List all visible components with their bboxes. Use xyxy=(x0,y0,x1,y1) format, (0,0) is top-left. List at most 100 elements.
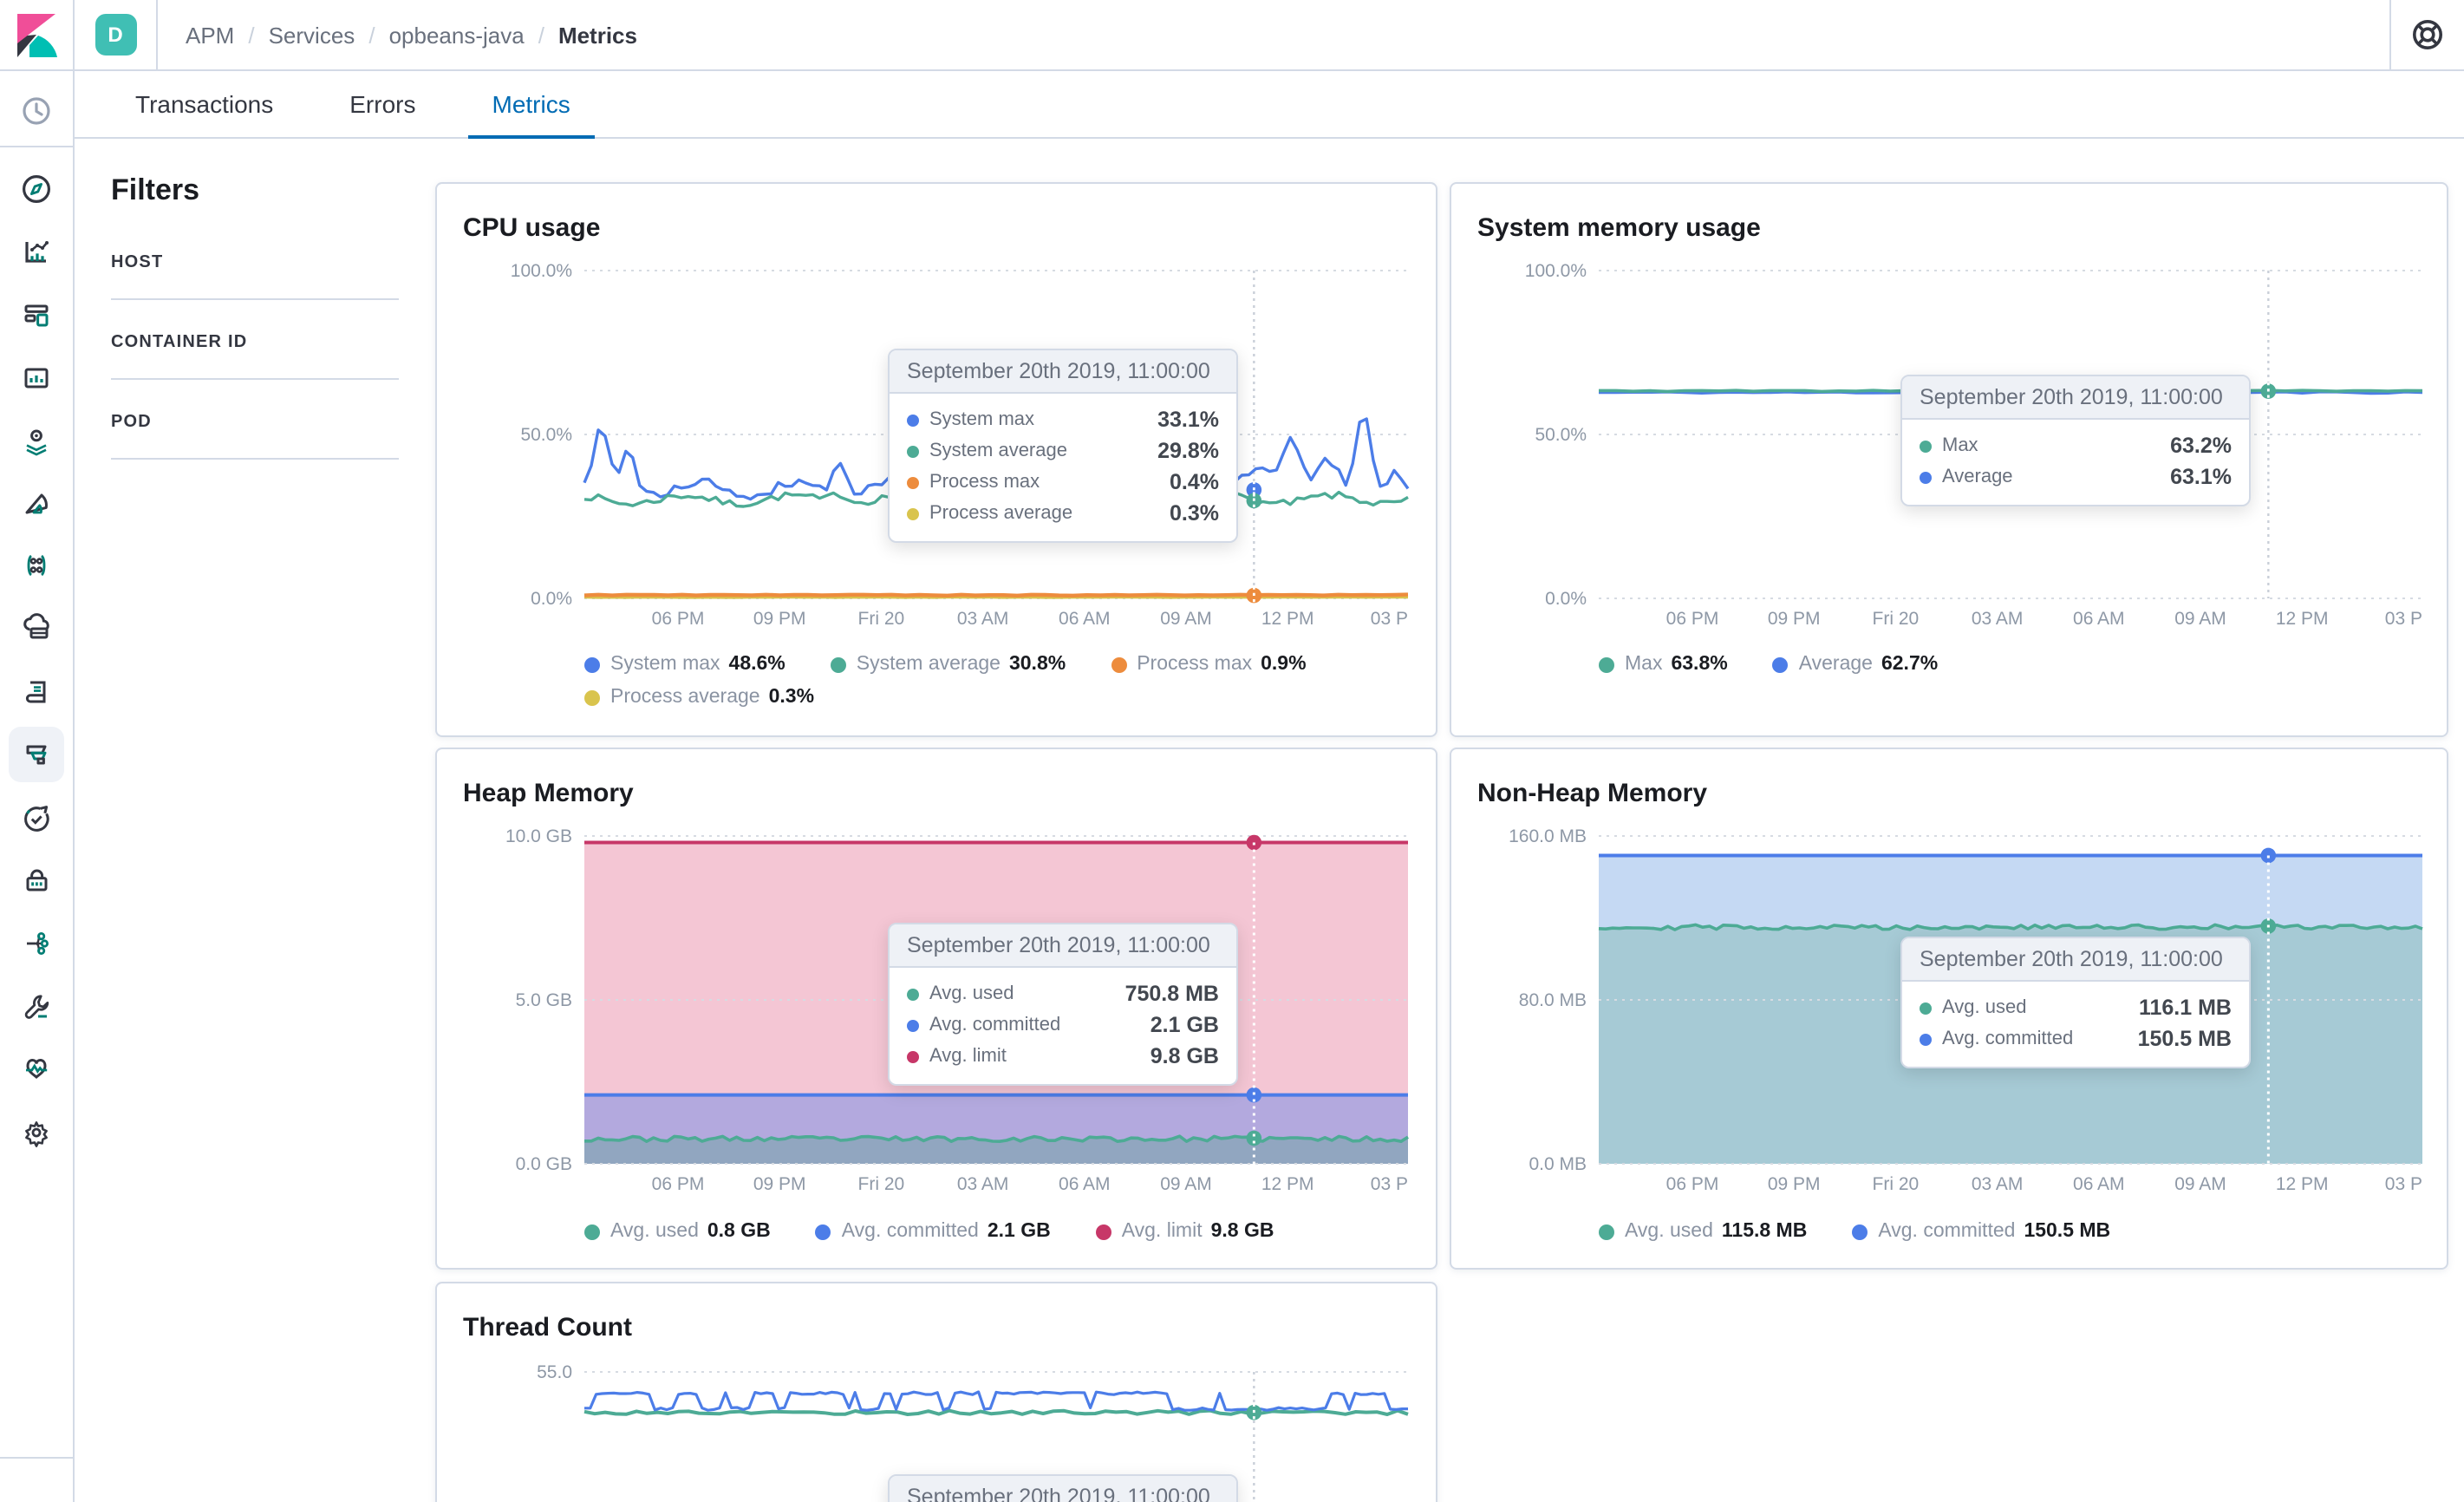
legend-label: Process average xyxy=(610,687,760,708)
thread-count-panel: Thread Count 55.0 September 20th 2019, 11:… xyxy=(435,1282,1437,1502)
svg-text:09 PM: 09 PM xyxy=(1768,1174,1821,1194)
tab-transactions[interactable]: Transactions xyxy=(111,69,297,137)
legend-item[interactable]: Max 63.8% xyxy=(1599,654,1728,675)
tooltip-label: Process average xyxy=(929,503,1073,524)
legend-dot xyxy=(1599,1224,1614,1239)
svg-text:160.0 MB: 160.0 MB xyxy=(1509,826,1587,846)
maps-icon xyxy=(26,429,47,456)
legend-item[interactable]: Average 62.7% xyxy=(1772,654,1938,675)
kibana-logo[interactable] xyxy=(0,0,75,69)
service-tabs: Transactions Errors Metrics xyxy=(73,69,2464,139)
tooltip-row: Max 63.2% xyxy=(1920,430,2232,461)
legend-item[interactable]: Process average 0.3% xyxy=(584,687,814,708)
svg-text:50.0%: 50.0% xyxy=(520,425,572,445)
tooltip-value: 29.8% xyxy=(1157,439,1219,463)
sidebar-item-maps[interactable] xyxy=(9,413,64,468)
sidebar-item-discover[interactable] xyxy=(9,161,64,217)
svg-text:06 AM: 06 AM xyxy=(2073,1174,2125,1194)
svg-text:03 AM: 03 AM xyxy=(1972,609,2024,629)
legend-value: 0.8 GB xyxy=(707,1221,771,1242)
sidebar-item-dashboard[interactable] xyxy=(9,288,64,343)
sidebar-item-uptime[interactable] xyxy=(9,791,64,846)
legend-value: 63.8% xyxy=(1671,654,1728,675)
legend-item[interactable]: System max 48.6% xyxy=(584,654,785,675)
filters-panel: Filters HOST CONTAINER ID POD xyxy=(111,173,399,493)
filter-container-id[interactable]: CONTAINER ID xyxy=(111,333,399,380)
tooltip-row: Avg. used 750.8 MB xyxy=(907,978,1219,1009)
tab-errors[interactable]: Errors xyxy=(325,69,440,137)
filter-pod[interactable]: POD xyxy=(111,413,399,460)
tooltip-label: System average xyxy=(929,441,1067,461)
legend-item[interactable]: Process max 0.9% xyxy=(1111,654,1307,675)
tab-metrics[interactable]: Metrics xyxy=(467,69,596,139)
heap-legend: Avg. used 0.8 GB Avg. committed 2.1 GB Avg. … xyxy=(584,1221,1413,1242)
sidebar-item-management[interactable] xyxy=(9,1105,64,1160)
sidebar-collapse-menu[interactable] xyxy=(9,1485,64,1502)
tooltip-value: 2.1 GB xyxy=(1150,1013,1219,1037)
svg-text:Fri 20: Fri 20 xyxy=(1873,1174,1920,1194)
sidebar-item-visualize[interactable] xyxy=(9,224,64,279)
svg-text:03 P: 03 P xyxy=(1371,1174,1408,1194)
svg-text:03 P: 03 P xyxy=(1371,609,1408,629)
sidebar-item-graph[interactable] xyxy=(9,538,64,593)
sidebar-item-infrastructure[interactable] xyxy=(9,600,64,656)
recently-viewed-icon xyxy=(23,97,50,125)
breadcrumb-item-opbeans-java[interactable]: opbeans-java xyxy=(389,22,525,48)
non-heap-memory-panel: Non-Heap Memory 160.0 MB 80.0 MB 0.0 MB 06 P… xyxy=(1450,748,2448,1270)
svg-text:0.0 GB: 0.0 GB xyxy=(516,1154,572,1174)
tooltip-dot xyxy=(907,1050,919,1062)
svg-text:09 PM: 09 PM xyxy=(1768,609,1821,629)
tooltip-value: 0.3% xyxy=(1170,501,1219,526)
system-memory-panel: System memory usage 100.0% 50.0% 0.0% 06 PM 0… xyxy=(1450,182,2448,737)
svg-text:06 AM: 06 AM xyxy=(1059,1174,1111,1194)
tooltip-row: Average 63.1% xyxy=(1920,461,2232,493)
sidebar-item-stack-monitoring[interactable] xyxy=(9,1041,64,1096)
svg-text:12 PM: 12 PM xyxy=(1261,1174,1314,1194)
tooltip-value: 150.5 MB xyxy=(2137,1027,2232,1051)
tooltip-label: Average xyxy=(1942,467,2013,487)
svg-text:12 PM: 12 PM xyxy=(2276,1174,2329,1194)
top-header: D APM / Services / opbeans-java / Metrics xyxy=(0,0,2464,71)
tooltip-value: 63.2% xyxy=(2170,434,2232,458)
legend-value: 48.6% xyxy=(728,654,785,675)
svg-text:50.0%: 50.0% xyxy=(1535,425,1587,445)
legend-item[interactable]: Avg. used 0.8 GB xyxy=(584,1221,771,1242)
sidebar-item-canvas[interactable] xyxy=(9,350,64,406)
help-icon xyxy=(2413,20,2442,49)
breadcrumb-item-services[interactable]: Services xyxy=(269,22,355,48)
thread-tooltip: September 20th 2019, 11:00:00 xyxy=(888,1474,1238,1502)
sidebar-item-logs[interactable] xyxy=(9,664,64,720)
sidebar-item-dev-tools[interactable] xyxy=(9,978,64,1034)
svg-text:Fri 20: Fri 20 xyxy=(1873,609,1920,629)
sidebar-item-machine-learning[interactable] xyxy=(9,475,64,531)
tooltip-dot xyxy=(907,988,919,1000)
svg-text:06 PM: 06 PM xyxy=(652,1174,705,1194)
sidebar-divider xyxy=(0,1457,73,1459)
tooltip-label: Avg. limit xyxy=(929,1046,1007,1067)
sidebar-item-apm[interactable] xyxy=(9,727,64,782)
sidebar-item-siem[interactable] xyxy=(9,853,64,909)
sidebar-item-code[interactable] xyxy=(9,916,64,971)
help-button[interactable] xyxy=(2389,0,2464,69)
legend-item[interactable]: Avg. committed 2.1 GB xyxy=(815,1221,1051,1242)
legend-dot xyxy=(584,656,600,672)
breadcrumb-item-apm[interactable]: APM xyxy=(186,22,234,48)
heap-tooltip: September 20th 2019, 11:00:00 Avg. used 75… xyxy=(888,923,1238,1086)
space-avatar[interactable]: D xyxy=(95,14,136,56)
filter-host[interactable]: HOST xyxy=(111,253,399,300)
graph-icon xyxy=(27,554,46,577)
legend-item[interactable]: System average 30.8% xyxy=(830,654,1066,675)
legend-value: 150.5 MB xyxy=(2024,1221,2111,1242)
tooltip-value: 750.8 MB xyxy=(1124,982,1219,1006)
legend-item[interactable]: Avg. committed 150.5 MB xyxy=(1852,1221,2110,1242)
cpu-tooltip: September 20th 2019, 11:00:00 System max 3… xyxy=(888,349,1238,543)
svg-text:0.0 MB: 0.0 MB xyxy=(1529,1154,1587,1174)
mem-tooltip: September 20th 2019, 11:00:00 Max 63.2% Ave… xyxy=(1900,375,2251,506)
legend-item[interactable]: Avg. used 115.8 MB xyxy=(1599,1221,1807,1242)
svg-text:03 AM: 03 AM xyxy=(957,1174,1009,1194)
sidebar-item-recently-viewed[interactable] xyxy=(9,83,64,139)
tooltip-row: Process max 0.4% xyxy=(907,467,1219,498)
space-avatar-box[interactable]: D xyxy=(75,0,158,69)
breadcrumb-separator: / xyxy=(368,22,375,48)
legend-item[interactable]: Avg. limit 9.8 GB xyxy=(1095,1221,1274,1242)
